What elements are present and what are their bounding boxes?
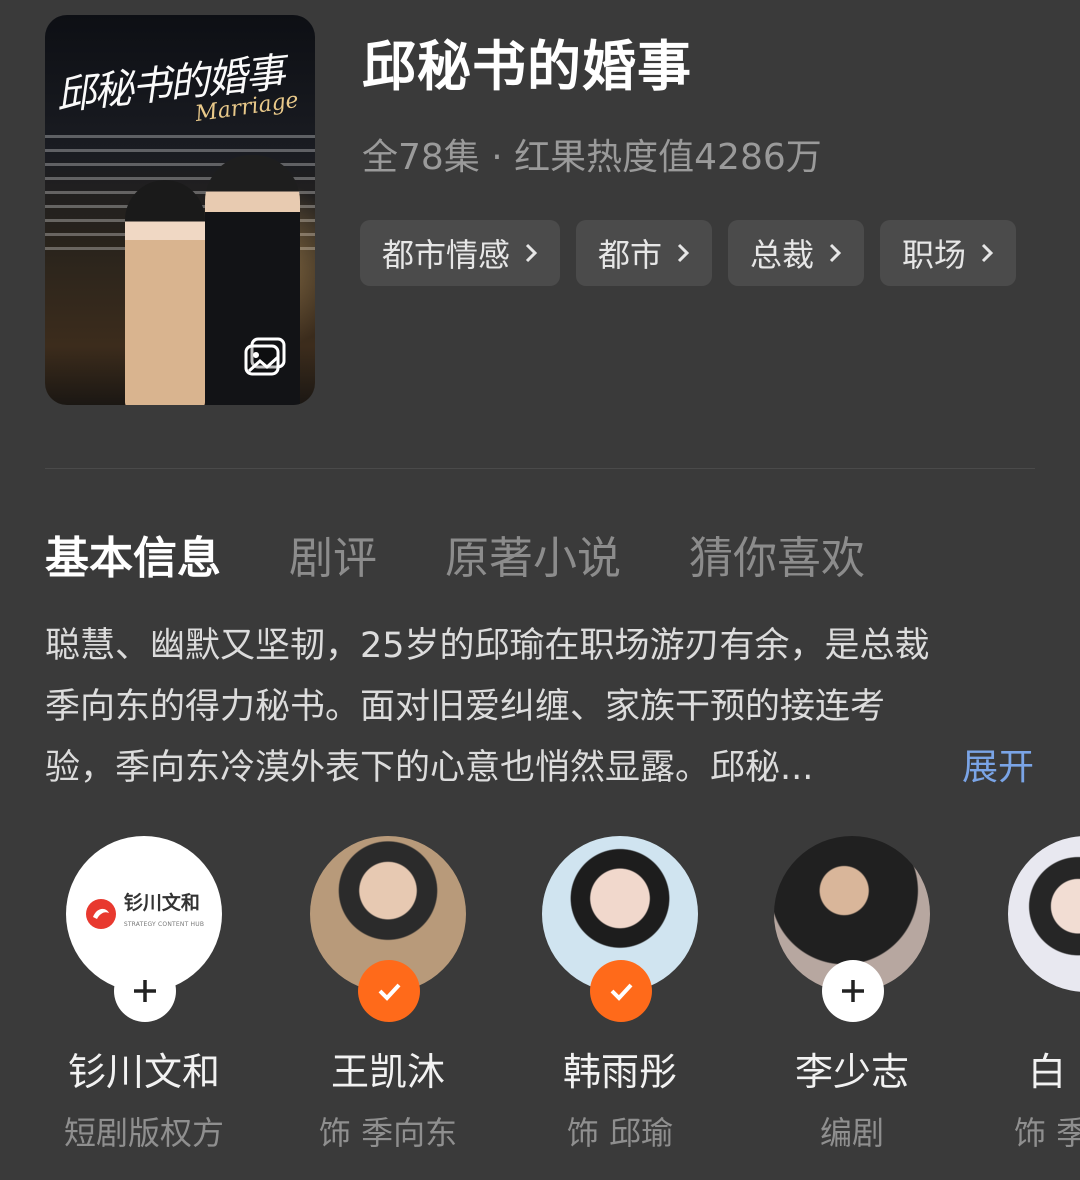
tag-label: 总裁 (750, 236, 815, 274)
chevron-right-icon (677, 243, 690, 263)
followed-badge[interactable] (358, 960, 420, 1022)
plus-icon (134, 980, 156, 1002)
cast-role: 饰 邱瑜 (566, 1114, 674, 1152)
tab-reviews[interactable]: 剧评 (289, 522, 377, 586)
tag-label: 都市 (598, 236, 663, 274)
poster-figure-woman (125, 180, 205, 405)
drama-detail-page: 邱秘书的婚事 Marriage 邱秘书的婚事 全78集 · 红果热度值4286万… (0, 0, 1080, 1180)
gallery-icon[interactable] (243, 337, 287, 377)
detail-tabs: 基本信息 剧评 原著小说 猜你喜欢 (45, 522, 933, 586)
avatar[interactable] (1008, 836, 1080, 992)
company-logo: 钐川文和 STRATEGY CONTENT HUB (123, 892, 205, 928)
tag-workplace[interactable]: 职场 (880, 220, 1017, 286)
cast-name: 王凯沐 (330, 1050, 445, 1094)
drama-poster[interactable]: 邱秘书的婚事 Marriage (45, 15, 315, 405)
episode-count-and-heat: 全78集 · 红果热度值4286万 (362, 137, 822, 178)
company-logo-icon (85, 899, 116, 929)
chevron-right-icon (982, 243, 994, 263)
section-divider (45, 468, 1035, 469)
synopsis-line: 聪慧、幽默又坚韧，25岁的邱瑜在职场游刃有余，是总裁 (45, 626, 930, 666)
check-icon (378, 983, 401, 1001)
tab-original-novel[interactable]: 原著小说 (445, 522, 621, 586)
cast-list: 钐川文和 STRATEGY CONTENT HUB 钐川文和 短剧版权方 王凯沐… (0, 836, 1080, 1180)
follow-button[interactable] (114, 960, 176, 1022)
tab-recommendations[interactable]: 猜你喜欢 (689, 522, 865, 586)
tag-label: 都市情感 (382, 236, 511, 274)
chevron-right-icon (829, 243, 842, 263)
cast-name: 钐川文和 (67, 1050, 220, 1094)
synopsis: 聪慧、幽默又坚韧，25岁的邱瑜在职场游刃有余，是总裁 季向东的得力秘书。面对旧爱… (45, 616, 1035, 799)
cast-role: 饰 季向东 (318, 1114, 458, 1152)
genre-tags: 都市情感 都市 总裁 职场 (360, 220, 1017, 286)
followed-badge[interactable] (590, 960, 652, 1022)
chevron-right-icon (525, 243, 538, 263)
expand-synopsis-link[interactable]: 展开 (962, 738, 1034, 790)
cast-name: 李少志 (794, 1050, 909, 1094)
tag-urban-romance[interactable]: 都市情感 (360, 220, 561, 286)
plus-icon (842, 980, 864, 1002)
tag-ceo[interactable]: 总裁 (728, 220, 865, 286)
cast-role: 短剧版权方 (63, 1114, 224, 1152)
cast-role: 饰 季 (1014, 1114, 1080, 1152)
drama-title: 邱秘书的婚事 (362, 35, 692, 98)
cast-item-partial[interactable]: 白 饰 季 (986, 836, 1080, 1180)
check-icon (610, 983, 633, 1001)
synopsis-line: 季向东的得力秘书。面对旧爱纠缠、家族干预的接连考 (45, 687, 886, 727)
tag-label: 职场 (902, 236, 967, 274)
tab-basic-info[interactable]: 基本信息 (45, 522, 221, 586)
cast-name: 韩雨彤 (562, 1050, 677, 1094)
cast-role: 编剧 (819, 1114, 884, 1152)
synopsis-line: 验，季向东冷漠外表下的心意也悄然显露。邱秘... (45, 748, 814, 788)
tag-urban[interactable]: 都市 (576, 220, 713, 286)
cast-name: 白 (1028, 1050, 1067, 1094)
follow-button[interactable] (822, 960, 884, 1022)
